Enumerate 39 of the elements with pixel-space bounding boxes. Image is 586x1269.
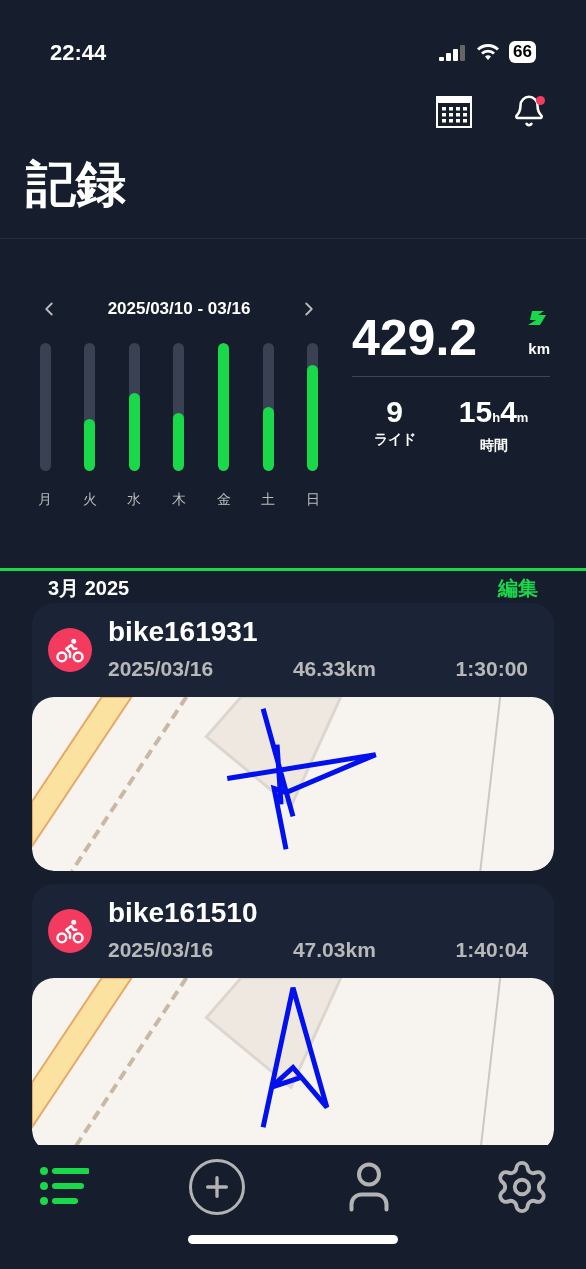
weekday-label: 金 [216, 490, 231, 509]
ride-count-label: ライド [373, 430, 416, 449]
time-label: 時間 [479, 436, 508, 455]
ride-distance: 47.03km [292, 937, 376, 964]
weekday-label: 木 [171, 490, 186, 509]
bike-icon [48, 628, 92, 672]
hours-unit: h [492, 410, 501, 427]
bike-icon [48, 909, 92, 953]
ride-name: bike161510 [108, 896, 259, 931]
weekday-label: 火 [82, 490, 97, 509]
week-range: 2025/03/10 - 03/16 [107, 298, 251, 321]
edit-link[interactable]: 編集 [498, 573, 538, 603]
wifi-icon [475, 43, 502, 61]
page-title: 記録 [25, 155, 127, 214]
ride-duration: 1:30:00 [455, 656, 528, 683]
ride-distance: 46.33km [292, 656, 376, 683]
add-icon [188, 1159, 245, 1215]
weekday-label: 土 [261, 490, 276, 509]
weekday-label: 日 [305, 490, 320, 509]
calendar-icon[interactable] [436, 94, 472, 128]
ride-duration: 1:40:04 [455, 937, 528, 964]
minutes-unit: m [516, 410, 529, 427]
ride-date: 2025/03/16 [108, 937, 214, 964]
minutes-value: 4 [500, 395, 517, 429]
total-distance: 429.2 [352, 310, 478, 366]
status-time: 22:44 [50, 38, 107, 67]
distance-unit: km [528, 338, 550, 359]
ride-date: 2025/03/16 [108, 656, 214, 683]
signal-icon [439, 43, 468, 61]
weekday-label: 水 [127, 490, 142, 509]
month-heading: 3月 2025 [48, 576, 130, 601]
weekday-label: 月 [38, 490, 52, 509]
battery-indicator: 66 [509, 41, 536, 63]
ride-card[interactable]: bike161931 2025/03/16 46.33km 1:30:00 [32, 603, 554, 871]
hours-value: 15 [458, 395, 493, 429]
ride-card[interactable]: bike161510 2025/03/16 47.03km 1:40:04 [32, 884, 554, 1145]
notification-bell-icon[interactable] [512, 94, 546, 128]
ride-count: 9 [386, 395, 403, 429]
ride-name: bike161931 [108, 615, 259, 650]
